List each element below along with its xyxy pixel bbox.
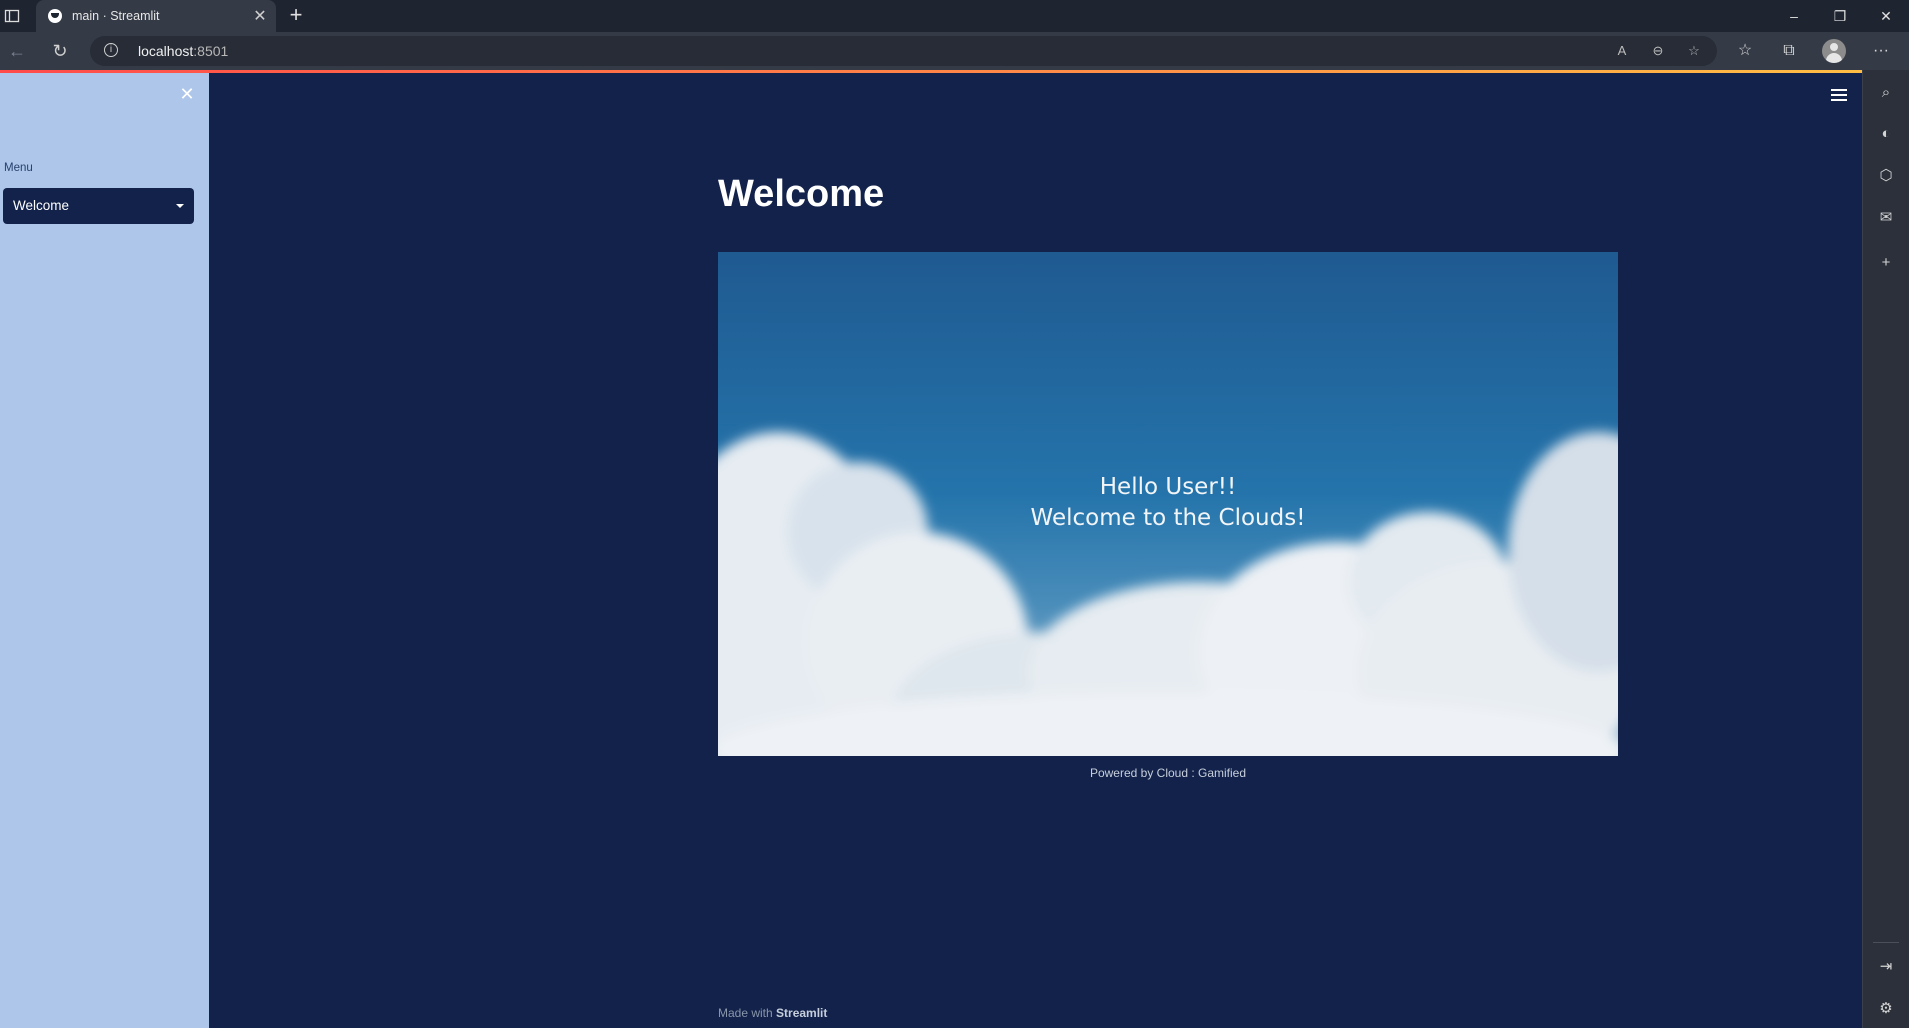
main-content: Welcome Hello User!! Welcome to the Clou… (209, 73, 1862, 1028)
new-tab-button[interactable]: + (284, 4, 308, 28)
rail-divider (1873, 942, 1899, 943)
chevron-down-icon (176, 204, 184, 208)
browser-tab[interactable]: main · Streamlit ✕ (36, 0, 276, 32)
close-tab-icon[interactable]: ✕ (248, 6, 272, 26)
url-text: localhost:8501 (138, 36, 228, 66)
menu-select-value: Welcome (13, 198, 70, 213)
footer-streamlit-link[interactable]: Streamlit (776, 1006, 827, 1020)
refresh-icon[interactable]: ↻ (48, 39, 72, 63)
games-icon[interactable]: ⬡ (1875, 165, 1897, 187)
tab-actions-icon[interactable] (4, 8, 20, 24)
menu-label: Menu (4, 162, 33, 174)
browser-tab-bar: main · Streamlit ✕ + – ❐ ✕ (0, 0, 1909, 32)
settings-more-icon[interactable]: ··· (1869, 39, 1893, 63)
sidebar: ✕ Menu Welcome (0, 73, 209, 1028)
copilot-icon[interactable]: ◐ (1875, 123, 1897, 145)
hero-welcome-text: Welcome to the Clouds! (1030, 505, 1306, 531)
search-icon[interactable]: ⌕ (1875, 82, 1897, 104)
image-caption: Powered by Cloud : Gamified (1089, 766, 1247, 780)
url-host: localhost (138, 43, 194, 59)
page-title: Welcome (718, 173, 885, 215)
restore-button[interactable]: ❐ (1817, 0, 1863, 32)
read-aloud-icon[interactable]: A (1613, 42, 1631, 60)
tab-title: main · Streamlit (72, 9, 160, 23)
edge-sidebar: ⌕ ◐ ⬡ ✉ + ⇥ ⚙ (1862, 70, 1909, 1028)
hero-image: Hello User!! Welcome to the Clouds! (718, 252, 1618, 756)
browser-toolbar: ← ↻ i localhost:8501 A ⊖ ☆ (0, 32, 1909, 70)
minimize-button[interactable]: – (1771, 0, 1817, 32)
back-arrow-icon[interactable]: ← (5, 39, 29, 63)
url-port: :8501 (193, 43, 229, 59)
favorites-icon[interactable]: ☆ (1733, 39, 1757, 63)
hide-sidebar-icon[interactable]: ⇥ (1875, 956, 1897, 978)
hero-greeting: Hello User!! (1099, 474, 1237, 500)
footer-prefix: Made with (718, 1006, 777, 1020)
zoom-out-icon[interactable]: ⊖ (1649, 42, 1667, 60)
clouds-illustration (718, 432, 1618, 756)
sidebar-close-icon[interactable]: ✕ (176, 83, 198, 105)
gear-icon[interactable]: ⚙ (1875, 998, 1897, 1020)
add-icon[interactable]: + (1875, 252, 1897, 274)
footer: Made with Streamlit (718, 1006, 827, 1020)
menu-select[interactable]: Welcome (3, 188, 194, 224)
address-bar[interactable]: i localhost:8501 A ⊖ ☆ (90, 36, 1717, 66)
add-favorite-icon[interactable]: ☆ (1685, 42, 1703, 60)
profile-avatar-icon[interactable] (1822, 39, 1846, 63)
streamlit-favicon-icon (48, 9, 62, 23)
site-info-icon[interactable]: i (104, 43, 118, 57)
main-menu-icon[interactable] (1831, 89, 1847, 103)
collections-icon[interactable]: ⧉ (1777, 39, 1801, 63)
outlook-icon[interactable]: ✉ (1875, 207, 1897, 229)
close-window-button[interactable]: ✕ (1863, 0, 1909, 32)
